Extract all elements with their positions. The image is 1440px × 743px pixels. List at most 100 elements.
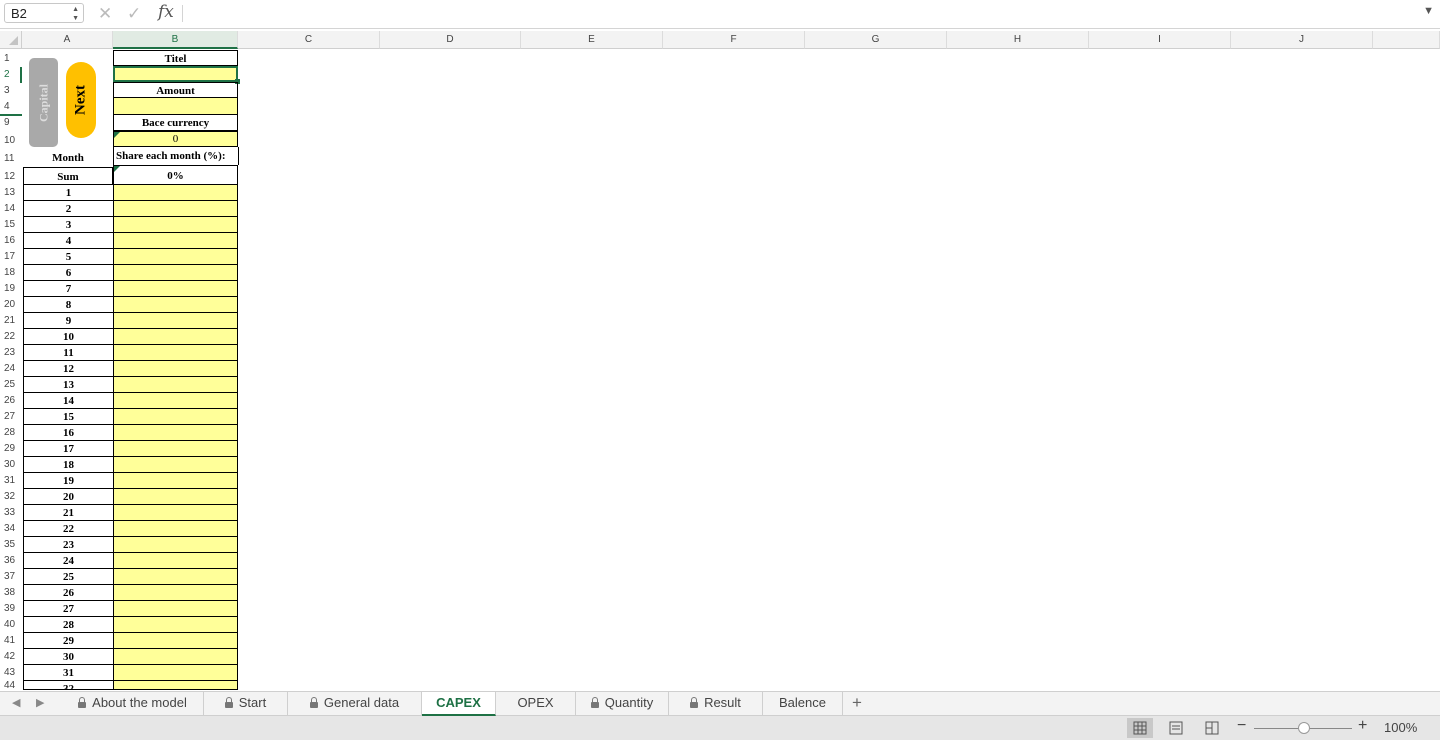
column-header-i[interactable]: I [1089,31,1231,49]
row-header-24[interactable]: 24 [0,361,22,377]
month-share-input-cell[interactable] [113,457,238,473]
row-header-35[interactable]: 35 [0,537,22,553]
column-header-c[interactable]: C [238,31,380,49]
zoom-slider-handle[interactable] [1298,722,1310,734]
month-number-cell[interactable]: 27 [23,601,113,617]
row-header-26[interactable]: 26 [0,393,22,409]
row-header-22[interactable]: 22 [0,329,22,345]
confirm-icon[interactable]: ✓ [127,4,141,24]
row-header-27[interactable]: 27 [0,409,22,425]
month-number-cell[interactable]: 20 [23,489,113,505]
insert-function-icon[interactable]: fx [158,2,174,22]
month-share-input-cell[interactable] [113,649,238,665]
month-number-cell[interactable]: 30 [23,649,113,665]
month-number-cell[interactable]: 3 [23,217,113,233]
month-share-input-cell[interactable] [113,265,238,281]
month-share-input-cell[interactable] [113,473,238,489]
sheet-tab-general-data[interactable]: General data [288,692,422,716]
month-number-cell[interactable]: 9 [23,313,113,329]
next-button[interactable]: Next [66,62,96,138]
row-header-42[interactable]: 42 [0,649,22,665]
month-share-input-cell[interactable] [113,313,238,329]
zoom-out-button[interactable]: − [1237,717,1246,735]
month-share-input-cell[interactable] [113,489,238,505]
capital-button[interactable]: Capital [29,58,58,147]
add-sheet-icon[interactable]: + [852,692,870,714]
zoom-in-button[interactable]: + [1358,717,1367,735]
scroll-tabs-left-icon[interactable]: ◀ [12,696,20,709]
month-number-cell[interactable]: 23 [23,537,113,553]
row-header-38[interactable]: 38 [0,585,22,601]
row-header-43[interactable]: 43 [0,665,22,681]
sheet-tab-opex[interactable]: OPEX [496,692,576,716]
month-share-input-cell[interactable] [113,441,238,457]
column-header-b[interactable]: B [113,31,238,49]
month-number-cell[interactable]: 31 [23,665,113,681]
month-share-input-cell[interactable] [113,665,238,681]
month-share-input-cell[interactable] [113,425,238,441]
month-share-input-cell[interactable] [113,345,238,361]
row-header-28[interactable]: 28 [0,425,22,441]
month-share-input-cell[interactable] [113,633,238,649]
month-number-cell[interactable]: 13 [23,377,113,393]
sheet-tab-quantity[interactable]: Quantity [576,692,669,716]
month-share-input-cell[interactable] [113,617,238,633]
month-number-cell[interactable]: 10 [23,329,113,345]
month-share-input-cell[interactable] [113,505,238,521]
month-number-cell[interactable]: 2 [23,201,113,217]
row-header-14[interactable]: 14 [0,201,22,217]
row-header-13[interactable]: 13 [0,185,22,201]
month-share-input-cell[interactable] [113,185,238,201]
month-share-input-cell[interactable] [113,409,238,425]
month-share-input-cell[interactable] [113,201,238,217]
month-share-input-cell[interactable] [113,297,238,313]
expand-formula-bar-icon[interactable]: ▼ [1423,5,1434,17]
row-header-11[interactable]: 11 [0,150,22,168]
month-number-cell[interactable]: 8 [23,297,113,313]
month-number-cell[interactable]: 22 [23,521,113,537]
month-number-cell[interactable]: 18 [23,457,113,473]
sheet-tab-capex[interactable]: CAPEX [422,692,496,716]
month-number-cell[interactable]: 6 [23,265,113,281]
month-number-cell[interactable]: 12 [23,361,113,377]
month-number-cell[interactable]: 29 [23,633,113,649]
row-header-25[interactable]: 25 [0,377,22,393]
share-header-cell[interactable]: Share each month (%): [113,147,239,165]
month-number-cell[interactable]: 1 [23,185,113,201]
row-header-4[interactable]: 4 [0,99,22,115]
month-number-cell[interactable]: 26 [23,585,113,601]
month-share-input-cell[interactable] [113,393,238,409]
row-header-32[interactable]: 32 [0,489,22,505]
month-number-cell[interactable]: 16 [23,425,113,441]
row-header-18[interactable]: 18 [0,265,22,281]
row-header-2[interactable]: 2 [0,67,22,83]
row-header-15[interactable]: 15 [0,217,22,233]
sheet-tab-result[interactable]: Result [669,692,763,716]
month-number-cell[interactable]: 7 [23,281,113,297]
month-number-cell[interactable]: 15 [23,409,113,425]
month-share-input-cell[interactable] [113,521,238,537]
sum-label-cell[interactable]: Sum [23,167,113,185]
name-box[interactable]: B2 ▲ ▼ [4,3,84,23]
row-header-10[interactable]: 10 [0,131,22,150]
column-header-j[interactable]: J [1231,31,1373,49]
month-share-input-cell[interactable] [113,585,238,601]
month-number-cell[interactable]: 4 [23,233,113,249]
month-number-cell[interactable]: 24 [23,553,113,569]
month-number-cell[interactable]: 11 [23,345,113,361]
column-header-d[interactable]: D [380,31,521,49]
sheet-tab-about-the-model[interactable]: About the model [62,692,204,716]
page-break-view-icon[interactable] [1199,718,1225,738]
month-number-cell[interactable]: 25 [23,569,113,585]
row-header-23[interactable]: 23 [0,345,22,361]
row-header-30[interactable]: 30 [0,457,22,473]
row-header-3[interactable]: 3 [0,83,22,99]
row-header-12[interactable]: 12 [0,168,22,185]
zoom-level[interactable]: 100% [1384,720,1417,735]
amount-input-cell[interactable] [113,98,238,114]
month-number-cell[interactable]: 21 [23,505,113,521]
column-header-g[interactable]: G [805,31,947,49]
amount-header-cell[interactable]: Amount [113,82,238,98]
month-header-cell[interactable]: Month [23,150,113,166]
month-number-cell[interactable]: 32 [23,681,113,690]
